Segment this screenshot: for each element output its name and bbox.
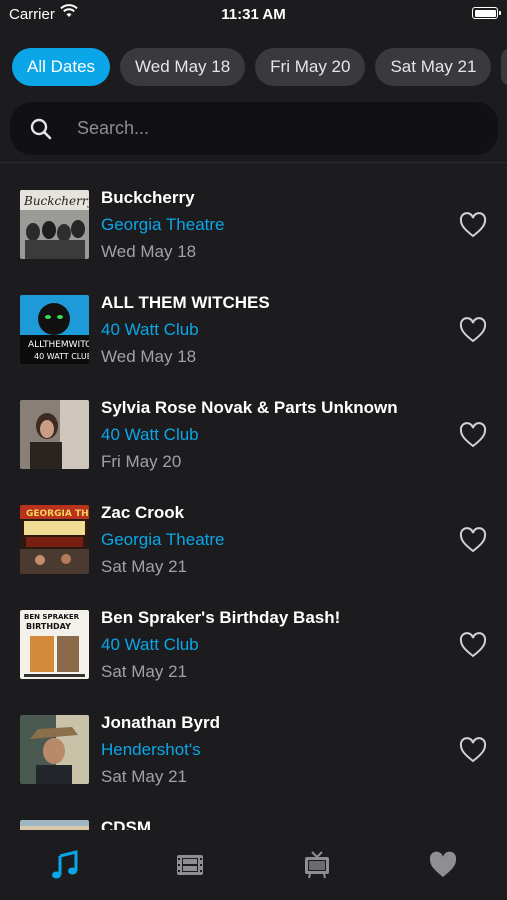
event-row[interactable]: Sylvia Rose Novak & Parts Unknown 40 Wat… — [0, 398, 507, 503]
filter-chip-more[interactable] — [501, 48, 507, 86]
favorite-heart-icon[interactable] — [459, 422, 487, 448]
event-title: Zac Crook — [101, 503, 185, 522]
svg-text:40 WATT CLUB: 40 WATT CLUB — [34, 352, 89, 361]
date-filter-bar: All Dates Wed May 18 Fri May 20 Sat May … — [12, 48, 507, 86]
event-row[interactable]: GEORGIA THEA Zac Crook Georgia Theatre S… — [0, 503, 507, 608]
event-row[interactable]: BEN SPRAKER BIRTHDAY Ben Spraker's Birth… — [0, 608, 507, 713]
event-venue-link[interactable]: 40 Watt Club — [101, 425, 437, 445]
status-bar: Carrier 11:31 AM — [0, 0, 507, 30]
event-date: Sat May 21 — [101, 662, 187, 681]
tab-movies[interactable] — [175, 850, 207, 880]
event-thumbnail: Buckcherry — [20, 190, 89, 259]
event-title: CDSM — [101, 818, 152, 830]
svg-text:GEORGIA THEA: GEORGIA THEA — [26, 509, 89, 519]
clock: 11:31 AM — [221, 6, 286, 23]
event-title: Jonathan Byrd — [101, 713, 221, 732]
event-date: Wed May 18 — [101, 242, 197, 261]
event-thumbnail — [20, 400, 89, 469]
event-title: Buckcherry — [101, 188, 195, 207]
svg-text:BEN SPRAKER: BEN SPRAKER — [24, 613, 80, 621]
event-title: Ben Spraker's Birthday Bash! — [101, 608, 341, 627]
event-venue-link[interactable]: 40 Watt Club — [101, 635, 437, 655]
event-date: Fri May 20 — [101, 452, 182, 471]
filter-chip-sat-may-21[interactable]: Sat May 21 — [375, 48, 492, 86]
favorite-heart-icon[interactable] — [459, 212, 487, 238]
event-thumbnail — [20, 820, 89, 830]
event-row[interactable]: ALLTHEMWITCHES 40 WATT CLUB ALL THEM WIT… — [0, 293, 507, 398]
filter-chip-all-dates[interactable]: All Dates — [12, 48, 111, 86]
svg-text:BIRTHDAY: BIRTHDAY — [26, 622, 71, 631]
tv-icon — [302, 851, 332, 884]
favorite-heart-icon[interactable] — [459, 737, 487, 763]
event-date: Sat May 21 — [101, 557, 187, 576]
event-title: ALL THEM WITCHES — [101, 293, 270, 312]
svg-text:ALLTHEMWITCHES: ALLTHEMWITCHES — [28, 340, 89, 350]
music-note-icon — [50, 850, 80, 884]
search-input[interactable]: Search... — [77, 118, 149, 139]
tab-bar — [0, 830, 507, 900]
battery-icon — [472, 7, 501, 19]
heart-icon — [428, 851, 458, 884]
event-row[interactable]: Jonathan Byrd Hendershot's Sat May 21 — [0, 713, 507, 818]
favorite-heart-icon[interactable] — [459, 527, 487, 553]
event-list: Buckcherry Buckcherry Georgia Theatre We… — [0, 188, 507, 830]
film-icon — [175, 855, 205, 884]
search-bar[interactable]: Search... — [10, 102, 498, 155]
event-thumbnail: BEN SPRAKER BIRTHDAY — [20, 610, 89, 679]
filter-chip-fri-may-20[interactable]: Fri May 20 — [255, 48, 366, 86]
event-row[interactable]: CDSM — [0, 818, 507, 830]
favorite-heart-icon[interactable] — [459, 317, 487, 343]
tab-music[interactable] — [50, 850, 82, 880]
event-venue-link[interactable]: 40 Watt Club — [101, 320, 437, 340]
event-venue-link[interactable]: Georgia Theatre — [101, 530, 437, 550]
header-divider — [0, 162, 507, 163]
search-icon — [30, 118, 52, 145]
tab-favorites[interactable] — [428, 850, 460, 880]
event-thumbnail: GEORGIA THEA — [20, 505, 89, 574]
event-thumbnail: ALLTHEMWITCHES 40 WATT CLUB — [20, 295, 89, 364]
svg-text:Buckcherry: Buckcherry — [23, 194, 89, 208]
event-thumbnail — [20, 715, 89, 784]
event-title: Sylvia Rose Novak & Parts Unknown — [101, 398, 398, 417]
tab-tv[interactable] — [302, 850, 334, 880]
filter-chip-wed-may-18[interactable]: Wed May 18 — [120, 48, 246, 86]
event-date: Wed May 18 — [101, 347, 197, 366]
event-date: Sat May 21 — [101, 767, 187, 786]
event-row[interactable]: Buckcherry Buckcherry Georgia Theatre We… — [0, 188, 507, 293]
event-venue-link[interactable]: Georgia Theatre — [101, 215, 437, 235]
favorite-heart-icon[interactable] — [459, 632, 487, 658]
event-venue-link[interactable]: Hendershot's — [101, 740, 437, 760]
